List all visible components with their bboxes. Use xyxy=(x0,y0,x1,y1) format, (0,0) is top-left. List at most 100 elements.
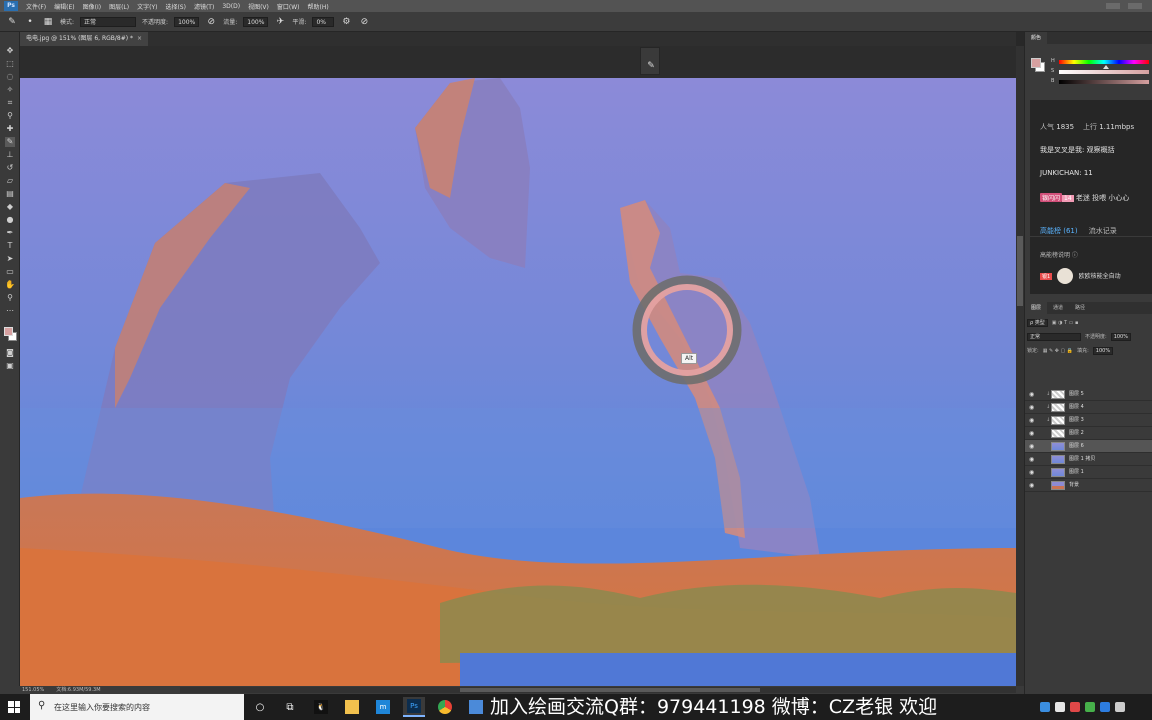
brush-settings-icon[interactable]: ✎ xyxy=(645,60,657,72)
layer-row[interactable]: ◉ ↓ 图层 4 xyxy=(1025,401,1152,414)
vertical-scroll-thumb[interactable] xyxy=(1017,236,1023,306)
screen-mode-icon[interactable]: ▣ xyxy=(5,361,15,371)
layer-row[interactable]: ◉ ↓ 图层 5 xyxy=(1025,388,1152,401)
zoom-level[interactable]: 151.05% xyxy=(22,686,44,694)
menu-help[interactable]: 帮助(H) xyxy=(304,2,333,11)
layer-name[interactable]: 背景 xyxy=(1069,479,1079,492)
layer-row[interactable]: ◉ 图层 1 xyxy=(1025,466,1152,479)
maximize-button[interactable] xyxy=(1128,3,1142,9)
tab-channels[interactable]: 通道 xyxy=(1047,302,1069,314)
menu-view[interactable]: 视图(V) xyxy=(244,2,273,11)
layer-thumbnail[interactable] xyxy=(1051,468,1065,477)
menu-select[interactable]: 选择(S) xyxy=(161,2,190,11)
pen-tool-icon[interactable]: ✒ xyxy=(5,228,15,238)
zoom-tool-icon[interactable]: ⚲ xyxy=(5,293,15,303)
layer-thumbnail[interactable] xyxy=(1051,455,1065,464)
more-tools-icon[interactable]: ⋯ xyxy=(5,306,15,316)
tray-app-icon[interactable] xyxy=(1100,702,1110,712)
layer-thumbnail[interactable] xyxy=(1051,416,1065,425)
tab-high-energy-rank[interactable]: 高能榜 (61) xyxy=(1040,227,1078,235)
saturation-slider[interactable] xyxy=(1059,70,1149,74)
tray-app-icon[interactable] xyxy=(1085,702,1095,712)
tab-color[interactable]: 颜色 xyxy=(1025,32,1048,44)
layer-thumbnail[interactable] xyxy=(1051,390,1065,399)
task-view-icon[interactable]: ⧉ xyxy=(279,697,301,717)
menu-layer[interactable]: 图层(L) xyxy=(105,2,133,11)
fill-field[interactable]: 100% xyxy=(1092,347,1114,355)
file-explorer-icon[interactable] xyxy=(341,697,363,717)
horizontal-scrollbar[interactable] xyxy=(180,687,1016,693)
layer-thumbnail[interactable] xyxy=(1051,429,1065,438)
layer-thumbnail[interactable] xyxy=(1051,403,1065,412)
qq-app-icon[interactable]: 🐧 xyxy=(310,697,332,717)
brush-tool-icon[interactable]: ✎ xyxy=(5,137,15,147)
blur-tool-icon[interactable]: ◆ xyxy=(5,202,15,212)
marquee-tool-icon[interactable]: ⬚ xyxy=(5,59,15,69)
tab-flow-records[interactable]: 流水记录 xyxy=(1089,227,1117,235)
eraser-tool-icon[interactable]: ▱ xyxy=(5,176,15,186)
document-tab[interactable]: 电电.jpg @ 151% (图层 6, RGB/8#) * × xyxy=(20,32,149,46)
settings-gear-icon[interactable]: ⚙ xyxy=(340,16,352,28)
menu-3d[interactable]: 3D(D) xyxy=(218,3,244,10)
tray-app-icon[interactable] xyxy=(1070,702,1080,712)
layer-name[interactable]: 图层 6 xyxy=(1069,440,1084,453)
menu-type[interactable]: 文字(Y) xyxy=(133,2,161,11)
visibility-eye-icon[interactable]: ◉ xyxy=(1029,427,1037,440)
blend-mode-select[interactable]: 正常 xyxy=(1027,333,1081,341)
layer-name[interactable]: 图层 5 xyxy=(1069,388,1084,401)
chrome-icon[interactable] xyxy=(434,697,456,717)
visibility-eye-icon[interactable]: ◉ xyxy=(1029,479,1037,492)
type-tool-icon[interactable]: T xyxy=(5,241,15,251)
layer-name[interactable]: 图层 2 xyxy=(1069,427,1084,440)
layer-row[interactable]: ◉ 图层 6 xyxy=(1025,440,1152,453)
move-tool-icon[interactable]: ✥ xyxy=(5,46,15,56)
visibility-eye-icon[interactable]: ◉ xyxy=(1029,414,1037,427)
airbrush-icon[interactable]: ✈ xyxy=(274,16,286,28)
quick-mask-icon[interactable]: ◙ xyxy=(5,348,15,358)
dodge-tool-icon[interactable]: ● xyxy=(5,215,15,225)
hue-slider[interactable] xyxy=(1059,60,1149,69)
flow-field[interactable]: 100% xyxy=(243,16,269,27)
pressure-size-icon[interactable]: ⊘ xyxy=(358,16,370,28)
app-m-icon[interactable]: m xyxy=(372,697,394,717)
tab-layers[interactable]: 图层 xyxy=(1025,302,1048,314)
visibility-eye-icon[interactable]: ◉ xyxy=(1029,401,1037,414)
visibility-eye-icon[interactable]: ◉ xyxy=(1029,453,1037,466)
layer-name[interactable]: 图层 1 拷贝 xyxy=(1069,453,1095,466)
layer-row[interactable]: ◉ 图层 2 xyxy=(1025,427,1152,440)
lock-icons[interactable]: ▦ ✎ ✥ ▢ 🔒 xyxy=(1043,346,1073,356)
menu-window[interactable]: 窗口(W) xyxy=(273,2,304,11)
layer-row[interactable]: ◉ 图层 1 拷贝 xyxy=(1025,453,1152,466)
opacity-field[interactable]: 100% xyxy=(174,16,200,27)
brush-size-icon[interactable]: • xyxy=(24,16,36,28)
layer-thumbnail[interactable] xyxy=(1051,442,1065,451)
artwork-canvas[interactable] xyxy=(20,78,1016,686)
color-panel-foreground-swatch[interactable] xyxy=(1031,58,1041,68)
shape-tool-icon[interactable]: ▭ xyxy=(5,267,15,277)
layer-opacity-field[interactable]: 100% xyxy=(1110,333,1131,341)
smoothing-field[interactable]: 0% xyxy=(312,16,335,27)
tray-app-icon[interactable] xyxy=(1115,702,1125,712)
eyedropper-tool-icon[interactable]: ⚲ xyxy=(5,111,15,121)
brightness-slider[interactable] xyxy=(1059,80,1149,84)
layer-row[interactable]: ◉ ↓ 图层 3 xyxy=(1025,414,1152,427)
filter-icons[interactable]: ▣ ◑ T ▭ ▪ xyxy=(1052,318,1079,328)
layer-thumbnail[interactable] xyxy=(1051,481,1065,490)
rank-help[interactable]: 高能榜说明 ⓘ xyxy=(1040,250,1078,259)
quick-select-tool-icon[interactable]: ✧ xyxy=(5,85,15,95)
menu-file[interactable]: 文件(F) xyxy=(22,2,50,11)
layer-filter-select[interactable]: ρ 类型 xyxy=(1027,319,1048,327)
app-blue-icon[interactable] xyxy=(465,697,487,717)
hue-slider-knob[interactable] xyxy=(1103,65,1109,69)
foreground-color-swatch[interactable] xyxy=(4,327,13,336)
minimize-button[interactable] xyxy=(1106,3,1120,9)
layer-name[interactable]: 图层 1 xyxy=(1069,466,1084,479)
menu-filter[interactable]: 滤镜(T) xyxy=(190,2,218,11)
horizontal-scroll-thumb[interactable] xyxy=(460,688,760,692)
menu-edit[interactable]: 编辑(E) xyxy=(50,2,78,11)
lasso-tool-icon[interactable]: ◌ xyxy=(5,72,15,82)
layer-row[interactable]: ◉ 背景 xyxy=(1025,479,1152,492)
start-button[interactable] xyxy=(0,694,28,720)
hand-tool-icon[interactable]: ✋ xyxy=(5,280,15,290)
mode-select[interactable]: 正常 xyxy=(80,16,137,27)
